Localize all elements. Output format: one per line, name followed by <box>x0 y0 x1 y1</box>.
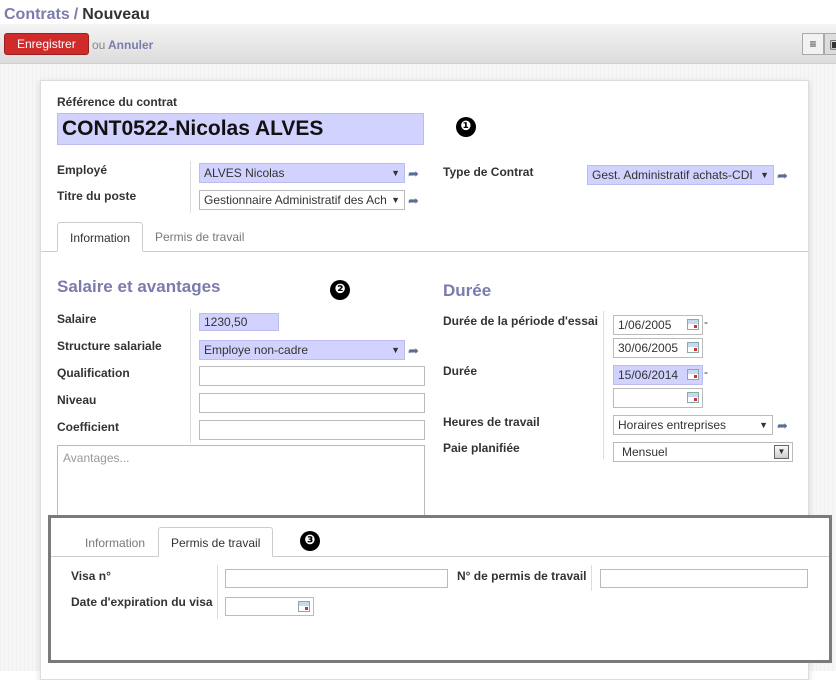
job-title-value: Gestionnaire Administratif des Ach <box>204 193 387 207</box>
tab-work-permit[interactable]: Permis de travail <box>158 527 274 557</box>
salary-section-title: Salaire et avantages <box>57 277 221 296</box>
reference-label: Référence du contrat <box>57 95 178 109</box>
cancel-link[interactable]: Annuler <box>108 38 153 52</box>
coefficient-input[interactable] <box>199 420 425 440</box>
tab-information[interactable]: Information <box>57 222 144 252</box>
tab-work-permit[interactable]: Permis de travail <box>143 222 256 252</box>
working-hours-select[interactable]: Horaires entreprises ▼ <box>613 415 773 435</box>
marker-3: ❸ <box>300 531 320 551</box>
coefficient-label: Coefficient <box>57 420 120 434</box>
contract-end-date[interactable] <box>613 388 703 408</box>
date-range-dash: - <box>704 315 708 329</box>
divider <box>591 565 592 591</box>
contract-start-date[interactable]: 15/06/2014 <box>613 365 703 385</box>
save-button[interactable]: Enregistrer <box>4 33 89 55</box>
work-area: Référence du contrat CONT0522-Nicolas AL… <box>0 64 836 680</box>
divider <box>190 161 191 213</box>
breadcrumb-current: Nouveau <box>82 6 150 23</box>
date-range-dash: - <box>704 365 708 379</box>
marker-2: ❷ <box>330 280 350 300</box>
list-view-icon[interactable]: ≡ <box>802 33 824 55</box>
salary-structure-label: Structure salariale <box>57 339 162 353</box>
calendar-icon[interactable] <box>687 392 699 403</box>
trial-start-value: 1/06/2005 <box>618 318 672 332</box>
duration-label: Durée <box>443 364 478 378</box>
duration-section-title: Durée <box>443 281 492 300</box>
work-permit-number-label: N° de permis de travail <box>457 569 587 583</box>
trial-end-date[interactable]: 30/06/2005 <box>613 338 703 358</box>
chevron-down-icon: ▼ <box>774 445 789 459</box>
chevron-down-icon: ▼ <box>759 420 768 430</box>
external-link-icon[interactable]: ➦ <box>408 344 424 357</box>
advantages-textarea[interactable]: Avantages... <box>57 445 425 525</box>
level-input[interactable] <box>199 393 425 413</box>
trial-end-value: 30/06/2005 <box>618 341 679 355</box>
visa-expiry-date[interactable] <box>225 597 314 616</box>
qualification-label: Qualification <box>57 366 130 380</box>
form-view-icon[interactable]: ▣ <box>824 33 836 55</box>
divider <box>217 565 218 619</box>
chevron-down-icon: ▼ <box>391 345 400 355</box>
salary-structure-select[interactable]: Employe non-cadre ▼ <box>199 340 405 360</box>
employee-select[interactable]: ALVES Nicolas ▼ <box>199 163 405 183</box>
work-permit-panel: Information Permis de travail ❸ Visa n° … <box>48 515 832 663</box>
breadcrumb: Contrats / Nouveau <box>4 6 150 24</box>
or-text: ou <box>92 38 106 52</box>
work-permit-number-input[interactable] <box>600 569 808 588</box>
scheduled-pay-value: Mensuel <box>622 445 668 459</box>
visa-number-input[interactable] <box>225 569 448 588</box>
divider <box>603 311 604 459</box>
wage-label: Salaire <box>57 312 97 326</box>
qualification-input[interactable] <box>199 366 425 386</box>
employee-label: Employé <box>57 163 108 177</box>
breadcrumb-separator: / <box>73 6 79 23</box>
job-title-select[interactable]: Gestionnaire Administratif des Ach ▼ <box>199 190 405 210</box>
calendar-icon[interactable] <box>687 319 699 330</box>
job-title-label: Titre du poste <box>57 189 137 203</box>
working-hours-label: Heures de travail <box>443 415 540 429</box>
tab-information[interactable]: Information <box>73 528 157 558</box>
calendar-icon[interactable] <box>687 342 699 353</box>
contract-type-select[interactable]: Gest. Administratif achats-CDI ▼ <box>587 165 774 185</box>
divider <box>190 309 191 443</box>
view-switcher: ≡ ▣ <box>802 33 836 55</box>
trial-period-label: Durée de la période d'essai <box>443 314 598 328</box>
visa-number-label: Visa n° <box>71 569 111 583</box>
contract-type-value: Gest. Administratif achats-CDI <box>592 168 753 182</box>
visa-expiry-label: Date d'expiration du visa <box>71 595 213 609</box>
contract-start-value: 15/06/2014 <box>618 368 679 382</box>
external-link-icon[interactable]: ➦ <box>777 419 793 432</box>
toolbar: Enregistrer ou Annuler ≡ ▣ <box>0 24 836 64</box>
chevron-down-icon: ▼ <box>760 170 769 180</box>
working-hours-value: Horaires entreprises <box>618 418 727 432</box>
trial-start-date[interactable]: 1/06/2005 <box>613 315 703 335</box>
level-label: Niveau <box>57 393 97 407</box>
external-link-icon[interactable]: ➦ <box>777 169 793 182</box>
external-link-icon[interactable]: ➦ <box>408 167 424 180</box>
chevron-down-icon: ▼ <box>391 168 400 178</box>
reference-input[interactable]: CONT0522-Nicolas ALVES <box>57 113 424 145</box>
breadcrumb-contracts-link[interactable]: Contrats <box>4 6 70 23</box>
wage-input[interactable]: 1230,50 <box>199 313 279 331</box>
scheduled-pay-label: Paie planifiée <box>443 441 520 455</box>
external-link-icon[interactable]: ➦ <box>408 194 424 207</box>
scheduled-pay-select[interactable]: Mensuel ▼ <box>613 442 793 462</box>
chevron-down-icon: ▼ <box>391 195 400 205</box>
calendar-icon[interactable] <box>298 601 310 612</box>
calendar-icon[interactable] <box>687 369 699 380</box>
employee-value: ALVES Nicolas <box>204 166 285 180</box>
contract-type-label: Type de Contrat <box>443 165 534 179</box>
salary-structure-value: Employe non-cadre <box>204 343 309 357</box>
marker-1: ❶ <box>456 117 476 137</box>
